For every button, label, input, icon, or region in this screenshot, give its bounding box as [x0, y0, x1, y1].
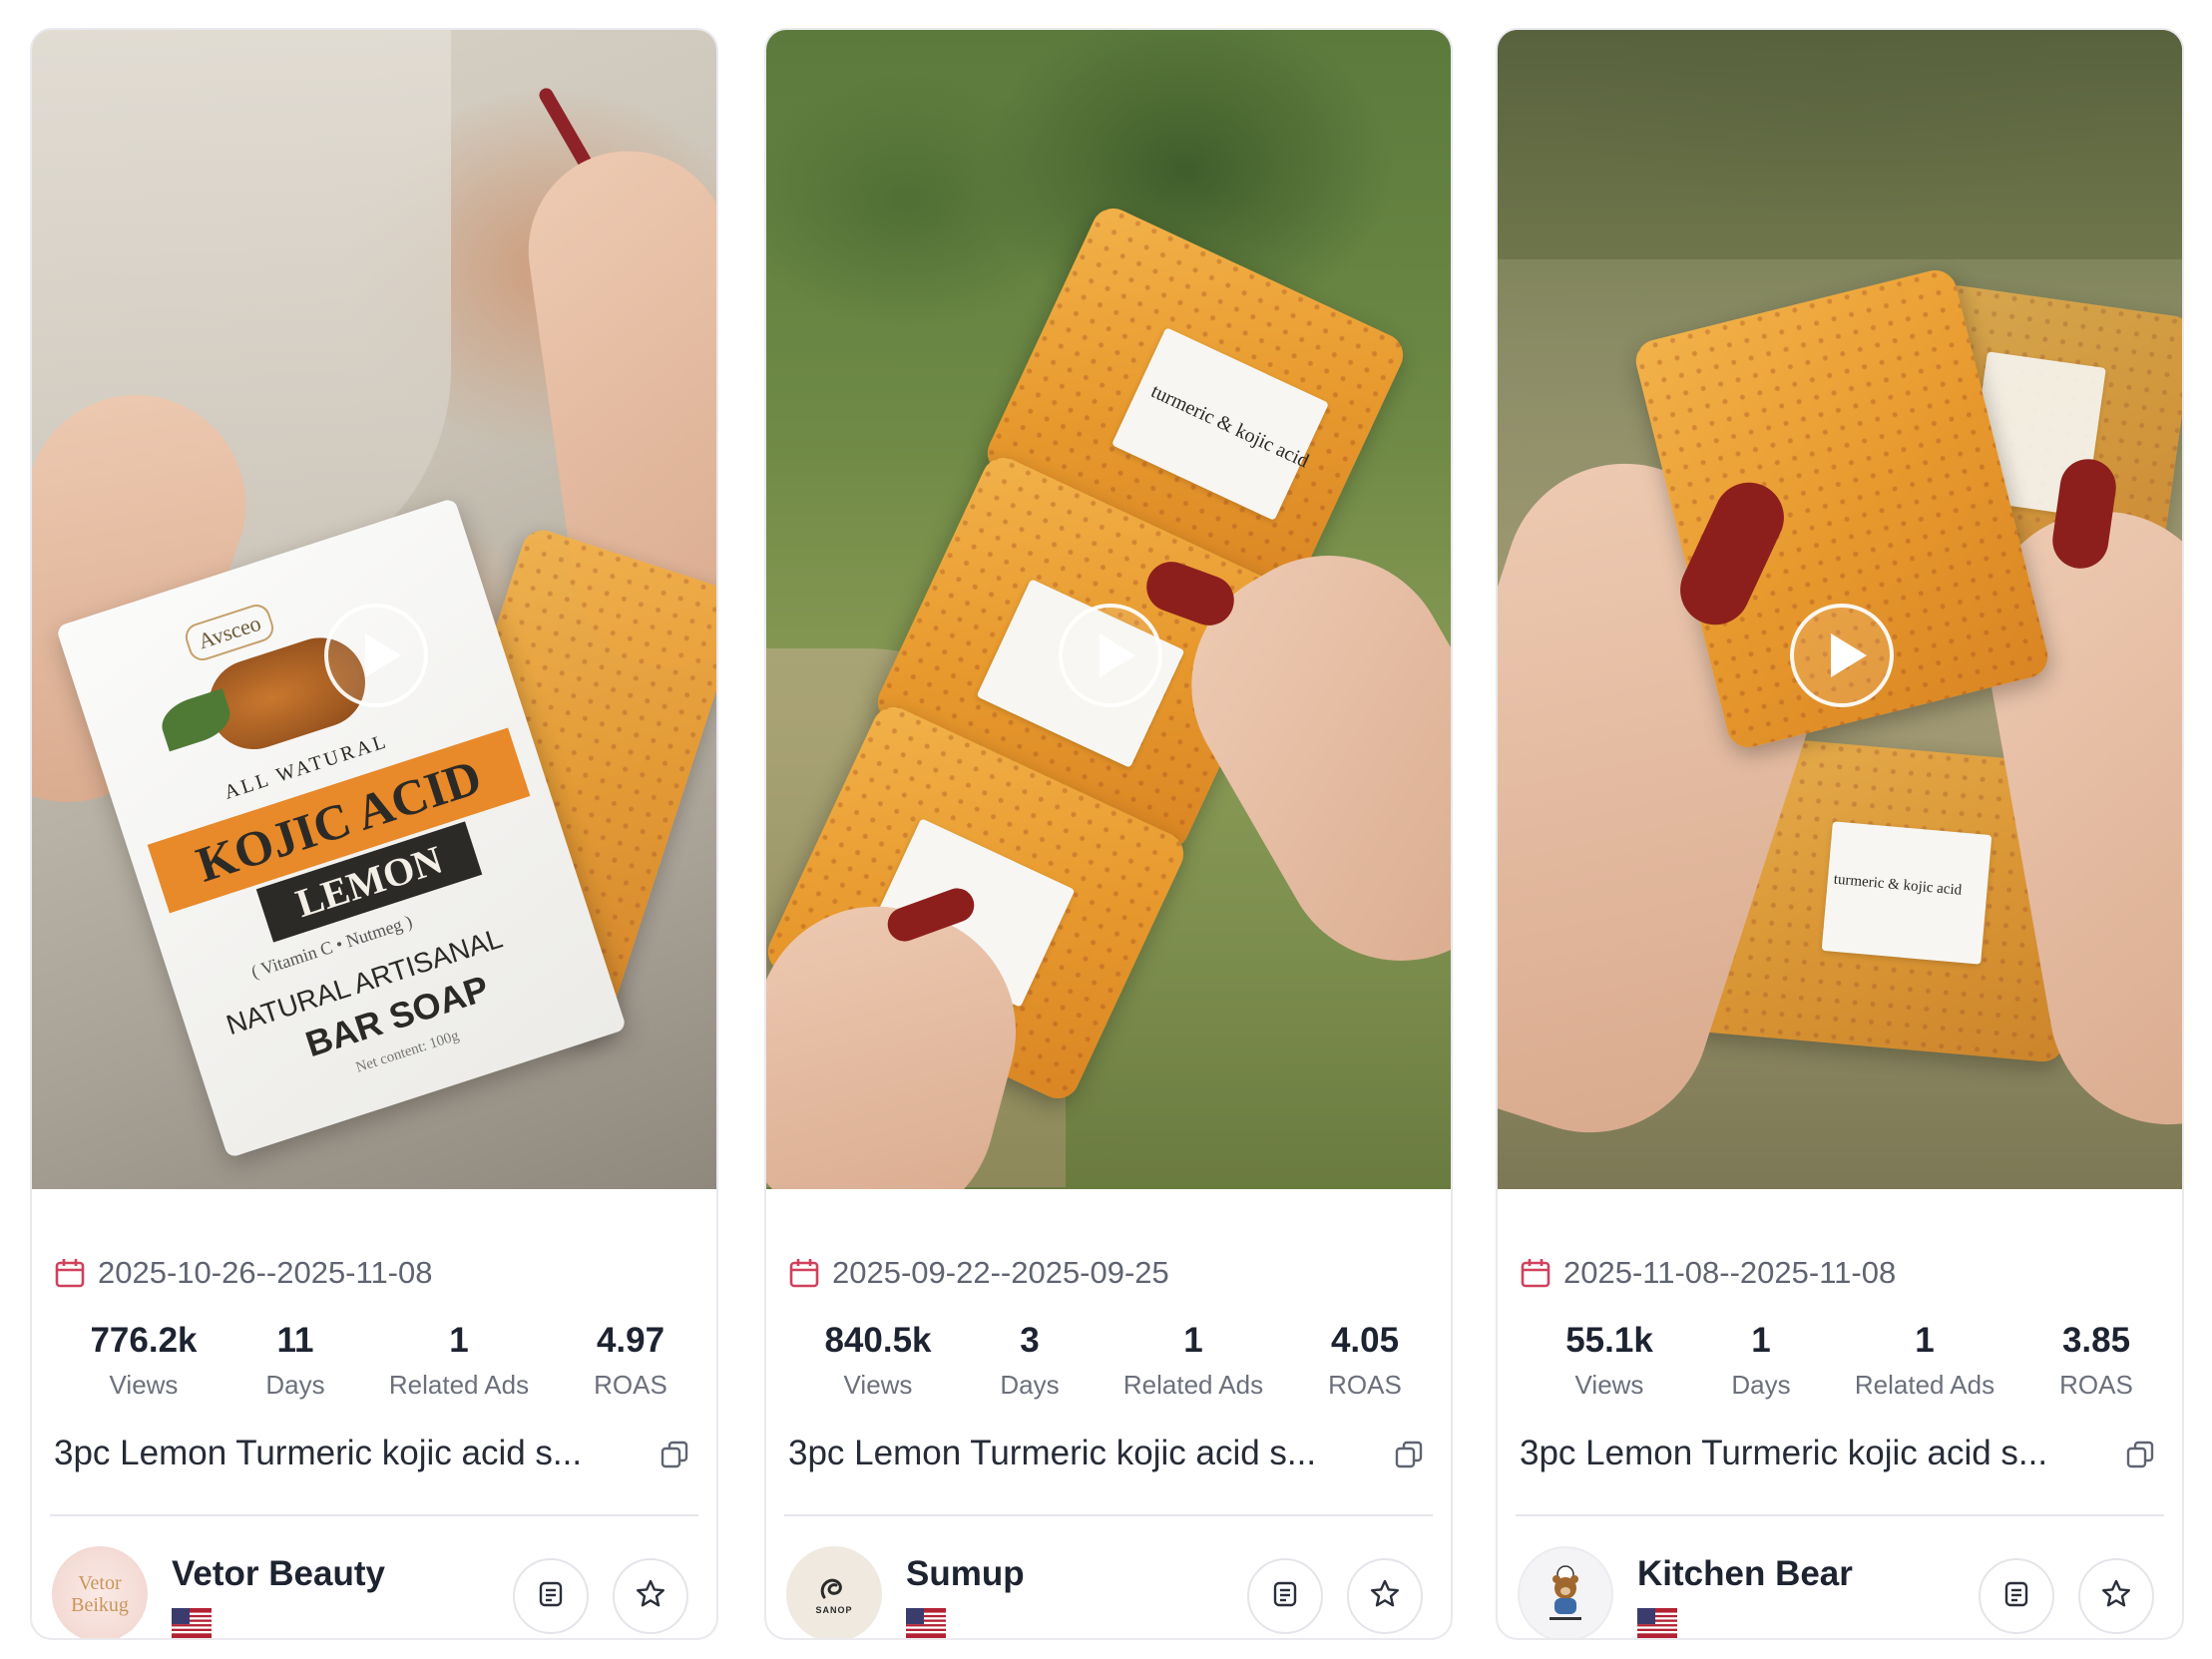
copy-icon[interactable] — [659, 1439, 690, 1470]
video-thumbnail[interactable]: Avsceo ALL WATURAL KOJIC ACID LEMON ( Vi… — [32, 30, 716, 1189]
ad-info: 2025-11-08--2025-11-08 55.1k Views 1 Days … — [1498, 1189, 2182, 1638]
ad-title[interactable]: 3pc Lemon Turmeric kojic acid s... — [54, 1429, 694, 1478]
video-thumbnail[interactable]: turmeric & kojic acid — [1498, 30, 2182, 1189]
play-icon[interactable] — [324, 604, 428, 707]
date-range: 2025-10-26--2025-11-08 — [54, 1255, 433, 1291]
star-icon — [2100, 1578, 2132, 1615]
avatar[interactable]: SANOP — [786, 1546, 882, 1638]
stat-related-ads: 1 Related Ads — [1854, 1321, 1995, 1400]
us-flag-icon — [906, 1608, 946, 1638]
shop-row: Vetor Beikug Vetor Beauty — [52, 1538, 696, 1638]
stats-row: 776.2k Views 11 Days 1 Related Ads 4.97 ROAS — [32, 1319, 716, 1409]
copy-icon[interactable] — [1393, 1439, 1425, 1470]
calendar-icon — [1520, 1257, 1551, 1289]
copy-icon[interactable] — [2124, 1439, 2156, 1470]
stat-related-ads: 1 Related Ads — [388, 1321, 530, 1400]
divider — [784, 1514, 1433, 1516]
calendar-icon — [788, 1257, 820, 1289]
soap-label: turmeric & kojic acid — [1821, 821, 1992, 965]
divider — [1516, 1514, 2164, 1516]
shop-name[interactable]: Sumup — [906, 1554, 1025, 1594]
ad-title[interactable]: 3pc Lemon Turmeric kojic acid s... — [788, 1429, 1429, 1478]
document-icon — [1270, 1579, 1300, 1614]
logo-mark — [820, 1578, 842, 1599]
play-icon[interactable] — [1790, 604, 1894, 707]
ad-card[interactable]: Avsceo ALL WATURAL KOJIC ACID LEMON ( Vi… — [30, 28, 718, 1640]
video-thumbnail[interactable]: turmeric & kojic acid — [766, 30, 1451, 1189]
ad-title-row: 3pc Lemon Turmeric kojic acid s... — [788, 1429, 1429, 1478]
stat-views: 55.1k Views — [1565, 1321, 1653, 1400]
stat-days: 1 Days — [1731, 1321, 1791, 1400]
stat-views: 840.5k Views — [824, 1321, 932, 1400]
ad-title[interactable]: 3pc Lemon Turmeric kojic acid s... — [1520, 1429, 2160, 1478]
shop-name[interactable]: Kitchen Bear — [1637, 1554, 1853, 1594]
ad-title-row: 3pc Lemon Turmeric kojic acid s... — [1520, 1429, 2160, 1478]
star-icon — [1369, 1578, 1401, 1615]
avatar[interactable] — [1518, 1546, 1613, 1638]
stats-row: 55.1k Views 1 Days 1 Related Ads 3.85 ROAS — [1498, 1319, 2182, 1409]
play-icon[interactable] — [1059, 604, 1162, 707]
stat-roas: 4.05 ROAS — [1328, 1321, 1402, 1400]
ad-info: 2025-10-26--2025-11-08 776.2k Views 11 Day… — [32, 1189, 716, 1638]
date-range: 2025-11-08--2025-11-08 — [1520, 1255, 1896, 1291]
avatar[interactable]: Vetor Beikug — [52, 1546, 148, 1638]
date-range-text: 2025-10-26--2025-11-08 — [98, 1255, 433, 1290]
star-icon — [635, 1578, 666, 1615]
us-flag-icon — [172, 1608, 212, 1638]
date-range: 2025-09-22--2025-09-25 — [788, 1255, 1169, 1291]
favorite-button[interactable] — [2078, 1558, 2154, 1634]
detail-button[interactable] — [513, 1558, 589, 1634]
ad-info: 2025-09-22--2025-09-25 840.5k Views 3 Days… — [766, 1189, 1451, 1638]
stat-roas: 4.97 ROAS — [594, 1321, 667, 1400]
date-range-text: 2025-09-22--2025-09-25 — [832, 1255, 1169, 1290]
shop-name[interactable]: Vetor Beauty — [172, 1554, 385, 1594]
favorite-button[interactable] — [613, 1558, 688, 1634]
shop-row: SANOP Sumup — [786, 1538, 1431, 1638]
ad-title-row: 3pc Lemon Turmeric kojic acid s... — [54, 1429, 694, 1478]
us-flag-icon — [1637, 1608, 1677, 1638]
bear-logo-icon — [1549, 1565, 1581, 1620]
stat-roas: 3.85 ROAS — [2059, 1321, 2133, 1400]
divider — [50, 1514, 698, 1516]
favorite-button[interactable] — [1347, 1558, 1423, 1634]
calendar-icon — [54, 1257, 86, 1289]
shop-row: Kitchen Bear — [1518, 1538, 2162, 1638]
ad-card[interactable]: turmeric & kojic acid 2025-11-08--2025-1… — [1496, 28, 2184, 1640]
leaf-illustration — [156, 687, 236, 752]
stat-days: 3 Days — [1000, 1321, 1060, 1400]
pond-background — [1498, 30, 2182, 259]
document-icon — [536, 1579, 566, 1614]
ad-card[interactable]: turmeric & kojic acid 2025-09-22--2025-0… — [764, 28, 1453, 1640]
document-icon — [2001, 1579, 2031, 1614]
stats-row: 840.5k Views 3 Days 1 Related Ads 4.05 ROAS — [766, 1319, 1451, 1409]
date-range-text: 2025-11-08--2025-11-08 — [1563, 1255, 1897, 1290]
stat-views: 776.2k Views — [90, 1321, 198, 1400]
stat-days: 11 Days — [265, 1321, 325, 1400]
detail-button[interactable] — [1247, 1558, 1323, 1634]
stat-related-ads: 1 Related Ads — [1122, 1321, 1264, 1400]
detail-button[interactable] — [1979, 1558, 2054, 1634]
